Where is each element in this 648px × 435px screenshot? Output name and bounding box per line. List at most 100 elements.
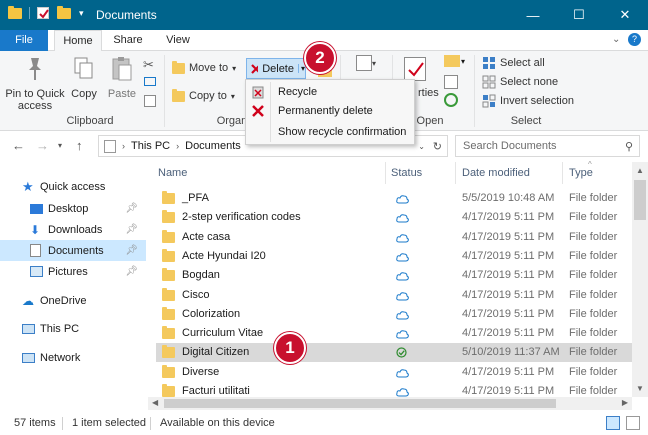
details-view-icon[interactable]	[606, 416, 620, 430]
table-row[interactable]: Acte casa 4/17/2019 5:11 PM File folder	[156, 228, 632, 247]
cloud-status-icon	[396, 286, 409, 305]
menu-item-permanently-delete[interactable]: Permanently delete	[246, 101, 414, 120]
column-divider[interactable]	[385, 162, 386, 184]
nav-network[interactable]: Network	[0, 347, 146, 368]
table-row[interactable]: _PFA 5/5/2019 10:48 AM File folder	[156, 189, 632, 208]
column-header-date[interactable]: Date modified	[462, 162, 530, 184]
collapse-ribbon-icon[interactable]: ⌄	[612, 34, 620, 45]
copy-label: Copy	[71, 88, 97, 100]
cut-icon[interactable]: ✂	[143, 57, 154, 73]
nav-desktop[interactable]: Desktop 📌︎	[0, 198, 146, 219]
copy-button[interactable]: Copy	[68, 55, 100, 100]
menu-label: Recycle	[278, 85, 318, 98]
table-row[interactable]: Colorization 4/17/2019 5:11 PM File folder	[156, 305, 632, 324]
select-group-label: Select	[510, 115, 542, 127]
network-icon	[22, 352, 35, 363]
column-divider[interactable]	[562, 162, 563, 184]
nav-pictures[interactable]: Pictures 📌︎	[0, 261, 146, 282]
forward-arrow-icon[interactable]: →	[36, 138, 49, 153]
delete-dropdown-arrow[interactable]: ▾	[297, 64, 305, 73]
move-to-button[interactable]: Move to ▾	[172, 59, 236, 77]
vertical-scrollbar[interactable]: ▲ ▼	[632, 162, 648, 397]
table-row[interactable]: Diverse 4/17/2019 5:11 PM File folder	[156, 363, 632, 382]
scroll-right-icon[interactable]: ▶	[622, 398, 628, 407]
tab-view[interactable]: View	[156, 30, 200, 51]
invert-selection-button[interactable]: Invert selection	[482, 92, 574, 110]
file-date: 5/10/2019 11:37 AM	[462, 346, 560, 359]
nav-documents[interactable]: Documents 📌︎	[0, 240, 146, 261]
nav-downloads[interactable]: ⬇ Downloads 📌︎	[0, 219, 146, 240]
chevron-down-icon: ▾	[461, 57, 466, 66]
back-arrow-icon[interactable]: ←	[12, 138, 25, 153]
breadcrumb-documents[interactable]: Documents	[185, 140, 241, 152]
up-arrow-icon[interactable]: ↑	[76, 138, 83, 153]
folder-icon	[162, 364, 175, 378]
tab-file[interactable]: File	[0, 30, 48, 51]
table-row[interactable]: Acte Hyundai I20 4/17/2019 5:11 PM File fo…	[156, 247, 632, 266]
file-type: File folder	[569, 327, 618, 340]
file-type: File folder	[569, 365, 618, 378]
copy-to-button[interactable]: Copy to ▾	[172, 87, 235, 105]
column-header-status[interactable]: Status	[391, 162, 422, 184]
nav-this-pc[interactable]: This PC	[0, 318, 146, 339]
open-icon[interactable]	[444, 55, 460, 67]
folder-icon	[162, 287, 175, 301]
delete-x-icon	[251, 63, 259, 74]
edit-icon[interactable]	[444, 75, 458, 89]
file-name: Bogdan	[182, 269, 220, 282]
properties-quick-icon[interactable]	[37, 7, 49, 19]
horizontal-scrollbar[interactable]: ◀ ▶	[148, 397, 632, 410]
available-status-icon	[396, 343, 407, 362]
copy-path-icon[interactable]	[144, 77, 156, 86]
scroll-thumb[interactable]	[164, 399, 556, 408]
clipboard-group-label: Clipboard	[66, 115, 114, 127]
breadcrumb-this-pc[interactable]: This PC	[131, 140, 170, 152]
nav-quick-access[interactable]: ★ Quick access	[0, 176, 146, 197]
large-icons-view-icon[interactable]	[626, 416, 640, 430]
table-row[interactable]: Bogdan 4/17/2019 5:11 PM File folder	[156, 266, 632, 285]
scroll-down-icon[interactable]: ▼	[636, 384, 644, 393]
minimize-button[interactable]: —	[510, 0, 556, 30]
menu-item-show-recycle-confirmation[interactable]: Show recycle confirmation	[246, 122, 414, 141]
cloud-status-icon	[396, 324, 409, 343]
recent-locations-icon[interactable]: ▾	[58, 141, 62, 150]
pin-quick-access-button[interactable]: Pin to Quick access	[4, 55, 66, 112]
quick-access-toolbar: ▾	[8, 5, 84, 19]
selection-count: 1 item selected	[72, 417, 146, 429]
tab-home[interactable]: Home	[54, 30, 102, 52]
table-row[interactable]: 2-step verification codes 4/17/2019 5:11 …	[156, 208, 632, 227]
table-row[interactable]: Digital Citizen 5/10/2019 11:37 AM File fo…	[156, 343, 632, 363]
table-row[interactable]: Cisco 4/17/2019 5:11 PM File folder	[156, 286, 632, 305]
scroll-up-icon[interactable]: ▲	[636, 166, 644, 175]
address-dropdown-icon[interactable]: ⌄	[418, 142, 425, 151]
column-header-name[interactable]: Name	[158, 162, 187, 184]
close-button[interactable]: ✕	[602, 0, 648, 30]
file-date: 4/17/2019 5:11 PM	[462, 288, 555, 301]
status-bar: 57 items 1 item selected Available on th…	[0, 412, 648, 435]
scroll-thumb[interactable]	[634, 180, 646, 220]
nav-onedrive[interactable]: ☁ OneDrive	[0, 290, 146, 311]
maximize-button[interactable]: ☐	[556, 0, 602, 30]
customize-qa-icon[interactable]: ▾	[79, 8, 84, 19]
paste-shortcut-icon[interactable]	[144, 95, 156, 107]
column-divider[interactable]	[455, 162, 456, 184]
search-input[interactable]: Search Documents ⚲	[455, 135, 640, 157]
file-type: File folder	[569, 192, 618, 204]
new-folder-quick-icon[interactable]	[57, 5, 71, 19]
select-none-button[interactable]: Select none	[482, 73, 558, 91]
select-all-button[interactable]: Select all	[482, 54, 545, 72]
properties-label[interactable]: rties	[418, 87, 439, 99]
table-row[interactable]: Curriculum Vitae 4/17/2019 5:11 PM File fo…	[156, 324, 632, 343]
history-icon[interactable]	[444, 93, 458, 107]
help-icon[interactable]: ?	[628, 33, 641, 46]
folder-icon	[162, 248, 175, 262]
delete-button[interactable]: Delete ▾	[246, 58, 306, 79]
tab-share[interactable]: Share	[108, 30, 148, 51]
folder-icon	[162, 306, 175, 320]
scroll-left-icon[interactable]: ◀	[152, 398, 158, 407]
paste-button[interactable]: Paste	[104, 55, 140, 100]
properties-icon[interactable]	[404, 57, 426, 81]
new-item-icon[interactable]	[356, 55, 372, 71]
menu-item-recycle[interactable]: Recycle	[246, 82, 414, 101]
refresh-icon[interactable]: ↻	[433, 140, 442, 153]
